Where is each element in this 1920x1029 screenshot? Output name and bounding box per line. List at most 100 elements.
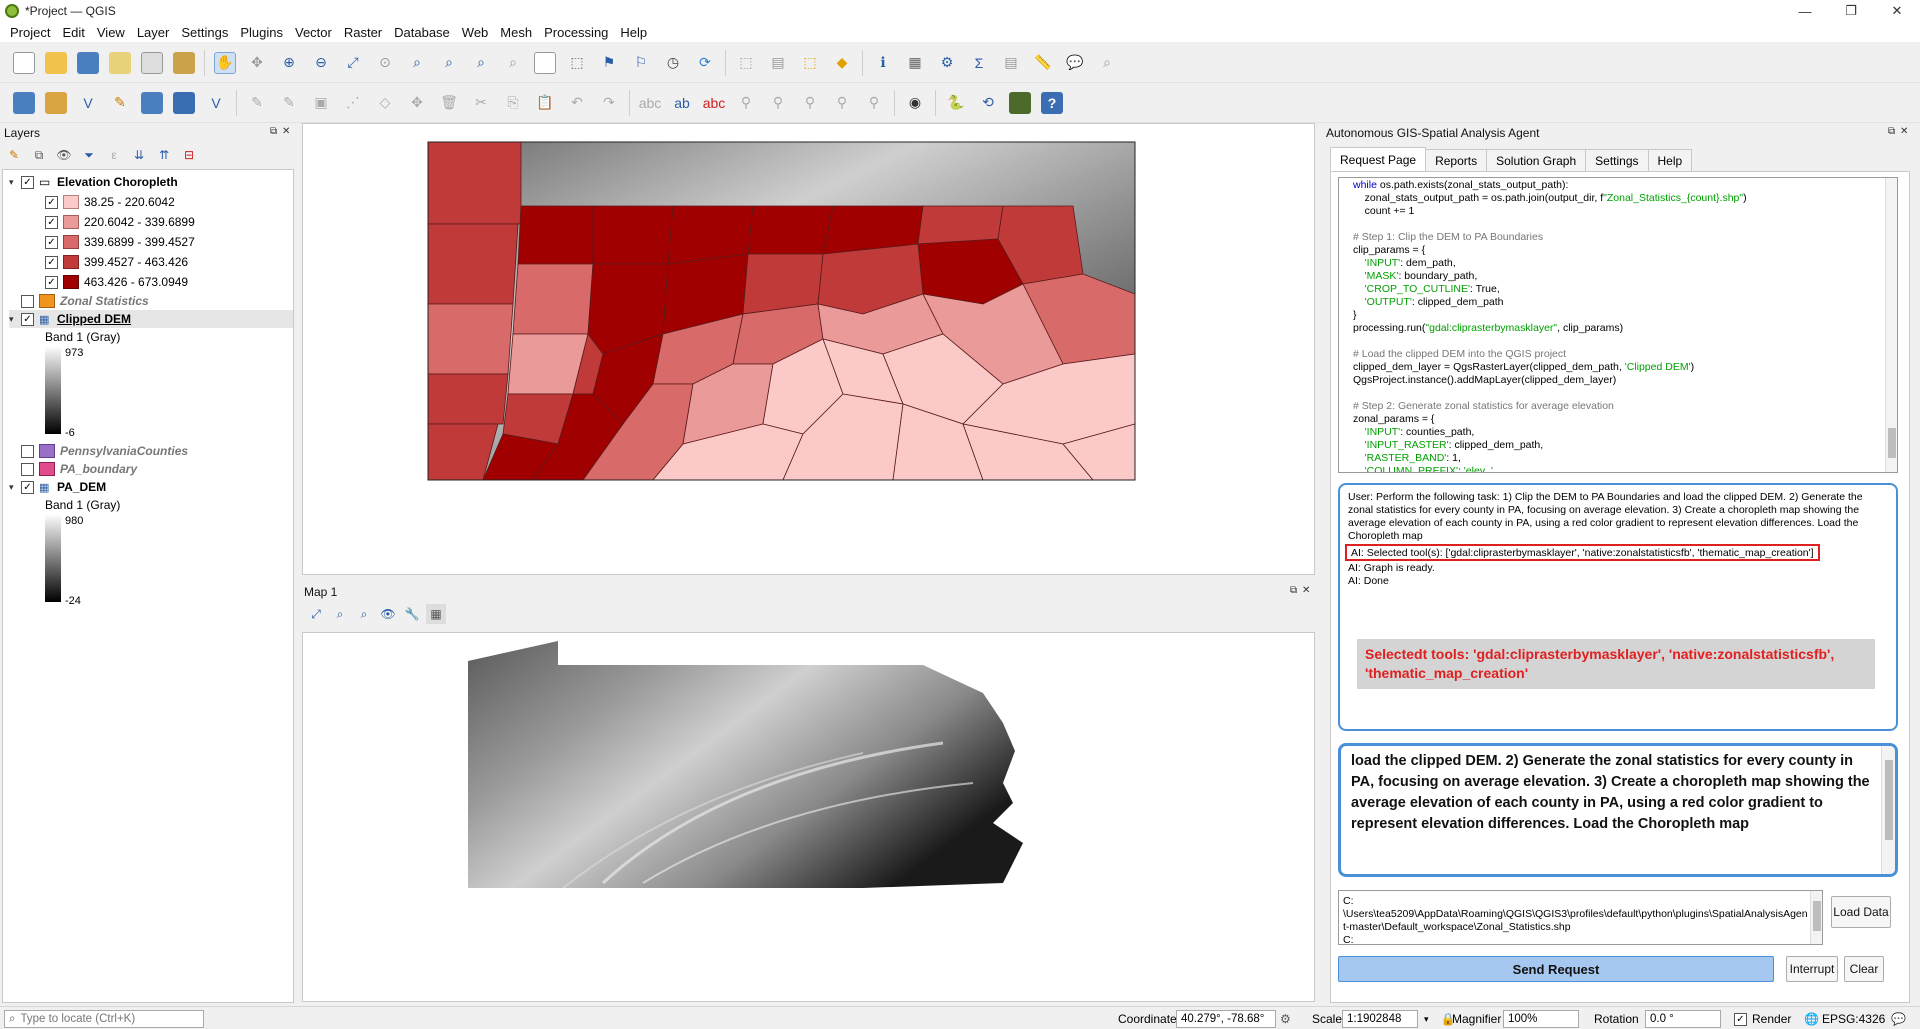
layer-visibility-checkbox[interactable]: ✓	[21, 480, 34, 494]
select-by-value-icon[interactable]: ▤	[767, 52, 789, 74]
toggle-editing-icon[interactable]: ✎	[278, 92, 300, 114]
messages-icon[interactable]: 💬	[1891, 1012, 1906, 1026]
layer-visibility-checkbox[interactable]: ✓	[21, 175, 34, 189]
interrupt-button[interactable]: Interrupt	[1786, 956, 1838, 982]
close-panel-icon[interactable]: ✕	[1900, 126, 1908, 137]
legend-class[interactable]: ✓ 220.6042 - 339.6899	[45, 213, 195, 231]
collapse-arrow-icon[interactable]: ▾	[9, 482, 21, 493]
field-calculator-icon[interactable]: ▤	[1000, 52, 1022, 74]
menu-mesh[interactable]: Mesh	[494, 25, 538, 40]
add-delimited-text-icon[interactable]: ✎	[109, 92, 131, 114]
float-panel-icon[interactable]: ⧉	[270, 126, 277, 137]
save-project-icon[interactable]	[77, 51, 99, 74]
class-checkbox[interactable]: ✓	[45, 195, 58, 209]
menu-project[interactable]: Project	[4, 25, 56, 40]
refresh-icon[interactable]: ⟳	[694, 52, 716, 74]
minimize-button[interactable]: —	[1782, 0, 1828, 22]
layer-clipped-dem[interactable]: ▾ ✓ ▦ Clipped DEM	[9, 310, 293, 328]
zoom-full-icon[interactable]: ⤢	[342, 52, 364, 74]
vertex-tool-icon[interactable]: ◇	[374, 92, 396, 114]
tab-request-page[interactable]: Request Page	[1330, 147, 1427, 171]
legend-class[interactable]: ✓ 463.426 - 673.0949	[45, 273, 188, 291]
select-features-icon[interactable]: ⬚	[735, 52, 757, 74]
filter-expression-icon[interactable]: ε	[104, 145, 124, 165]
zoom-native-icon[interactable]: ⌕	[438, 52, 460, 74]
crs-globe-icon[interactable]: 🌐	[1804, 1012, 1819, 1026]
rotate-label-icon[interactable]: ⚲	[831, 92, 853, 114]
show-bookmarks-icon[interactable]: ⚐	[630, 52, 652, 74]
zoom-out-icon[interactable]: ⊖	[310, 52, 332, 74]
add-virtual-layer-icon[interactable]: V	[205, 92, 227, 114]
digitize-pencil-icon[interactable]: ✎	[246, 92, 268, 114]
menu-view[interactable]: View	[91, 25, 131, 40]
layer-visibility-checkbox[interactable]	[21, 294, 34, 308]
add-vector-layer-icon[interactable]: V	[77, 92, 99, 114]
map1-canvas[interactable]	[302, 632, 1315, 1002]
python-console-icon[interactable]: 🐍	[945, 92, 967, 114]
delete-selected-icon[interactable]: 🗑	[438, 92, 460, 114]
load-data-button[interactable]: Load Data	[1831, 896, 1891, 928]
add-database-icon[interactable]	[141, 91, 163, 114]
tab-help[interactable]: Help	[1647, 149, 1693, 171]
menu-settings[interactable]: Settings	[175, 25, 234, 40]
zoom-in-icon[interactable]: ⊕	[278, 52, 300, 74]
label-highlight-icon[interactable]: ab	[671, 92, 693, 114]
toggle-extents-icon[interactable]: ⚙	[1280, 1012, 1291, 1026]
locator-input[interactable]: ⌕ Type to locate (Ctrl+K)	[4, 1010, 204, 1028]
add-group-icon[interactable]: ⧉	[29, 145, 49, 165]
label-red-icon[interactable]: abc	[703, 92, 726, 114]
manage-themes-icon[interactable]: 👁	[54, 145, 74, 165]
menu-plugins[interactable]: Plugins	[234, 25, 289, 40]
magnifier-field[interactable]: 100%	[1503, 1010, 1579, 1028]
class-checkbox[interactable]: ✓	[45, 275, 58, 289]
expand-all-icon[interactable]: ⇊	[129, 145, 149, 165]
map-tips-icon[interactable]: 💬	[1064, 52, 1086, 74]
legend-class[interactable]: ✓ 38.25 - 220.6042	[45, 193, 175, 211]
crs-label[interactable]: EPSG:4326	[1822, 1012, 1885, 1026]
processing-toolbox-icon[interactable]: ⚙	[936, 52, 958, 74]
menu-edit[interactable]: Edit	[56, 25, 90, 40]
rotation-field[interactable]: 0.0 °	[1645, 1010, 1721, 1028]
new-project-icon[interactable]	[13, 51, 35, 74]
new-map-view-icon[interactable]	[534, 51, 556, 74]
show-hide-labels-icon[interactable]: ⚲	[767, 92, 789, 114]
float-panel-icon[interactable]: ⧉	[1290, 585, 1297, 596]
collapse-all-icon[interactable]: ⇈	[154, 145, 174, 165]
filter-legend-icon[interactable]: ⏷	[79, 145, 99, 165]
locator-icon[interactable]: ⌕	[1096, 52, 1118, 74]
map-theme-icon[interactable]: 🔧	[402, 604, 422, 624]
coordinate-field[interactable]: 40.279°, -78.68°	[1176, 1010, 1276, 1028]
statistics-icon[interactable]: Σ	[968, 52, 990, 74]
add-feature-icon[interactable]: ⋰	[342, 92, 364, 114]
add-raster-icon[interactable]	[173, 91, 195, 114]
data-source-manager-icon[interactable]	[13, 91, 35, 114]
spatial-bookmark-icon[interactable]: ⚑	[598, 52, 620, 74]
grass-tools-icon[interactable]	[1009, 91, 1031, 114]
maximize-button[interactable]: ❐	[1828, 0, 1874, 22]
tab-solution-graph[interactable]: Solution Graph	[1486, 149, 1587, 171]
save-edits-icon[interactable]: ▣	[310, 92, 332, 114]
label-icon[interactable]: abc	[639, 92, 662, 114]
layout-manager-icon[interactable]	[141, 51, 163, 74]
request-input[interactable]: load the clipped DEM. 2) Generate the zo…	[1338, 743, 1898, 877]
close-panel-icon[interactable]: ✕	[1302, 585, 1310, 596]
paste-icon[interactable]: 📋	[534, 92, 556, 114]
layer-visibility-checkbox[interactable]	[21, 444, 34, 458]
change-label-icon[interactable]: ⚲	[863, 92, 885, 114]
style-manager-icon[interactable]	[173, 51, 195, 74]
move-label-icon[interactable]: ⚲	[799, 92, 821, 114]
render-checkbox[interactable]: ✓	[1734, 1012, 1747, 1026]
scale-dropdown-icon[interactable]: ▾	[1424, 1014, 1429, 1025]
zoom-to-layer-icon[interactable]: ⌕	[406, 52, 428, 74]
undo-icon[interactable]: ↶	[566, 92, 588, 114]
layer-visibility-checkbox[interactable]	[21, 462, 34, 476]
zoom-to-layer-icon[interactable]: ⌕	[354, 604, 374, 624]
class-checkbox[interactable]: ✓	[45, 255, 58, 269]
path-scrollbar[interactable]	[1810, 891, 1822, 944]
menu-database[interactable]: Database	[388, 25, 456, 40]
menu-web[interactable]: Web	[456, 25, 495, 40]
temporal-controller-icon[interactable]: ◷	[662, 52, 684, 74]
zoom-last-icon[interactable]: ⌕	[470, 52, 492, 74]
layer-visibility-checkbox[interactable]: ✓	[21, 312, 34, 326]
code-scrollbar[interactable]	[1885, 178, 1897, 472]
